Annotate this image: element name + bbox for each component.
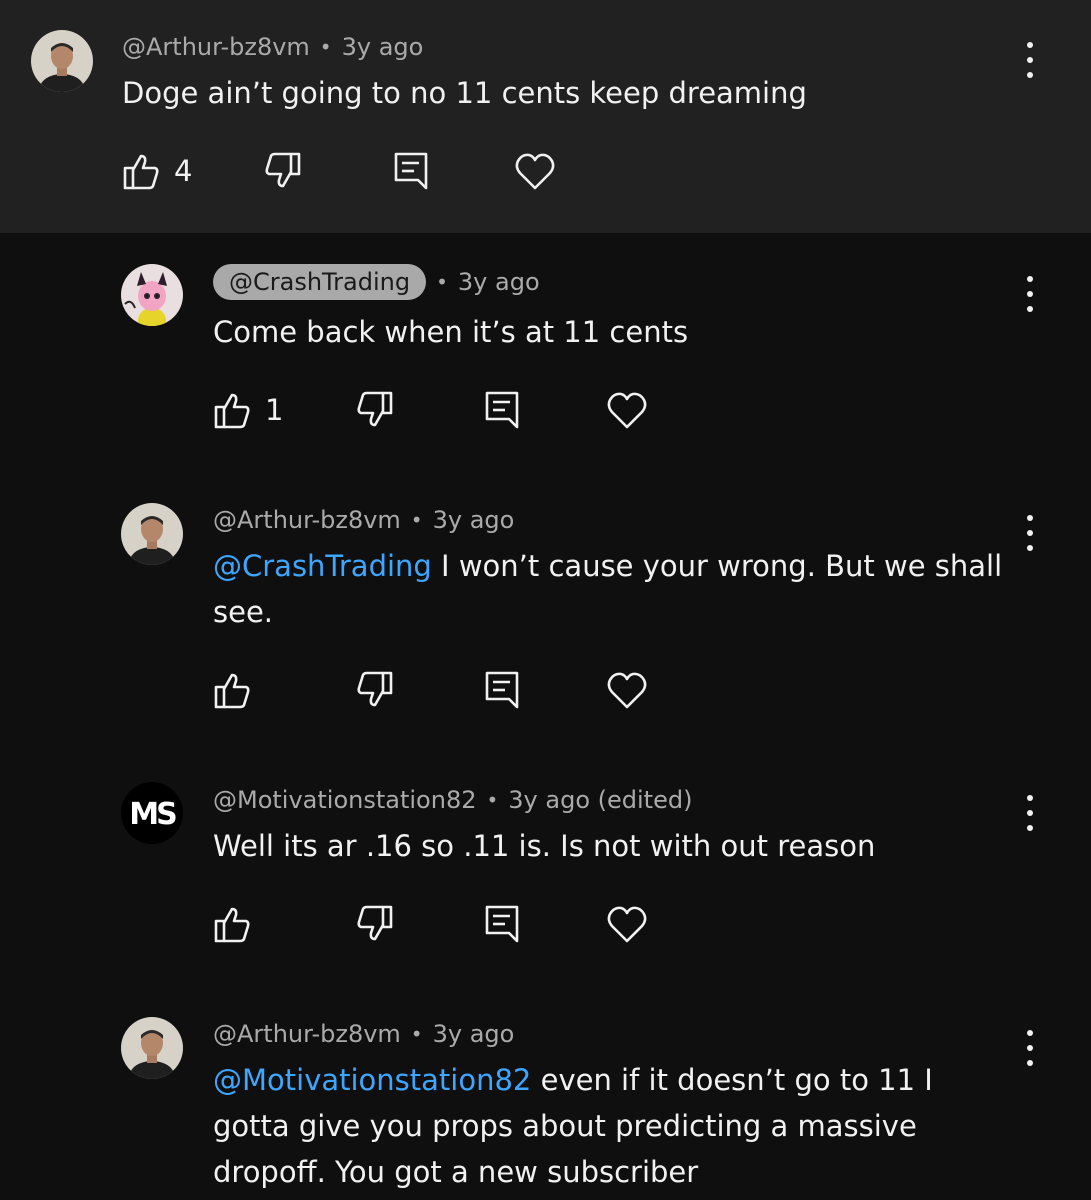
- separator-dot: •: [410, 1022, 423, 1046]
- more-vertical-icon: [1027, 42, 1033, 48]
- author-name[interactable]: @CrashTrading: [213, 264, 427, 300]
- more-options-button[interactable]: [1020, 515, 1040, 551]
- thumbs-up-icon: [214, 393, 250, 429]
- mention-link[interactable]: @CrashTrading: [213, 549, 432, 583]
- comment-meta: @CrashTrading • 3y ago: [213, 264, 540, 300]
- separator-dot: •: [410, 508, 423, 532]
- avatar[interactable]: [31, 30, 93, 92]
- more-vertical-icon: [1027, 1030, 1033, 1036]
- heart-button[interactable]: [606, 670, 648, 710]
- heart-icon: [607, 906, 647, 943]
- more-dot: [1027, 57, 1033, 63]
- more-dot: [1027, 1060, 1033, 1066]
- timestamp[interactable]: 3y ago (edited): [508, 786, 692, 814]
- author-name[interactable]: @Motivationstation82: [213, 786, 476, 814]
- more-vertical-icon: [1027, 795, 1033, 801]
- thumbs-down-icon: [357, 671, 393, 707]
- dislike-button[interactable]: [356, 390, 394, 430]
- comment-actions: [213, 904, 673, 948]
- more-dot: [1027, 810, 1033, 816]
- more-options-button[interactable]: [1020, 42, 1040, 78]
- avatar[interactable]: [121, 503, 183, 565]
- more-options-button[interactable]: [1020, 276, 1040, 312]
- more-dot: [1027, 72, 1033, 78]
- more-dot: [1027, 291, 1033, 297]
- reply-icon: [485, 671, 519, 709]
- timestamp[interactable]: 3y ago: [433, 506, 515, 534]
- comment-meta: @Arthur-bz8vm • 3y ago: [213, 506, 514, 534]
- like-button[interactable]: 1: [213, 390, 283, 430]
- comment-text: Doge ain’t going to no 11 cents keep dre…: [122, 76, 807, 110]
- like-button[interactable]: [213, 904, 251, 944]
- comment-text: Come back when it’s at 11 cents: [213, 315, 689, 349]
- more-dot: [1027, 825, 1033, 831]
- separator-dot: •: [436, 270, 448, 294]
- like-count: 4: [174, 154, 193, 188]
- thumbs-down-icon: [357, 905, 393, 941]
- dislike-button[interactable]: [264, 151, 302, 191]
- more-vertical-icon: [1027, 276, 1033, 282]
- reply-icon: [394, 152, 428, 190]
- like-button[interactable]: 4: [122, 151, 192, 191]
- timestamp[interactable]: 3y ago: [433, 1020, 515, 1048]
- timestamp[interactable]: 3y ago: [458, 268, 540, 296]
- avatar-initials: MS: [129, 797, 176, 832]
- heart-icon: [607, 672, 647, 709]
- separator-dot: •: [319, 35, 332, 59]
- thumbs-up-icon: [123, 154, 159, 190]
- more-dot: [1027, 1045, 1033, 1051]
- timestamp[interactable]: 3y ago: [342, 33, 424, 61]
- thumbs-down-icon: [357, 391, 393, 427]
- comment-actions: 1: [213, 390, 673, 434]
- comment-text: Well its ar .16 so .11 is. Is not with o…: [213, 829, 876, 863]
- author-name[interactable]: @Arthur-bz8vm: [213, 506, 401, 534]
- avatar[interactable]: MS: [121, 782, 183, 844]
- comment-text: @Motivationstation82 even if it doesn’t …: [213, 1057, 1013, 1195]
- comment-actions: [213, 670, 673, 714]
- reply-button[interactable]: [483, 390, 521, 430]
- comment-text: @CrashTrading I won’t cause your wrong. …: [213, 543, 1003, 635]
- comment-actions: 4: [122, 151, 582, 195]
- more-dot: [1027, 545, 1033, 551]
- heart-button[interactable]: [606, 904, 648, 944]
- comment-meta: @Motivationstation82 • 3y ago (edited): [213, 786, 692, 814]
- heart-icon: [607, 392, 647, 429]
- more-dot: [1027, 530, 1033, 536]
- author-name[interactable]: @Arthur-bz8vm: [122, 33, 310, 61]
- like-button[interactable]: [213, 670, 251, 710]
- reply-button[interactable]: [392, 151, 430, 191]
- more-dot: [1027, 306, 1033, 312]
- like-count: 1: [265, 393, 284, 427]
- reply-button[interactable]: [483, 904, 521, 944]
- heart-icon: [515, 153, 555, 190]
- separator-dot: •: [486, 788, 499, 812]
- more-vertical-icon: [1027, 515, 1033, 521]
- more-options-button[interactable]: [1020, 795, 1040, 831]
- thumbs-up-icon: [214, 673, 250, 709]
- mention-link[interactable]: @Motivationstation82: [213, 1063, 531, 1097]
- comment-meta: @Arthur-bz8vm • 3y ago: [122, 33, 423, 61]
- dislike-button[interactable]: [356, 904, 394, 944]
- thumbs-down-icon: [265, 152, 301, 188]
- reply-icon: [485, 905, 519, 943]
- more-options-button[interactable]: [1020, 1030, 1040, 1066]
- thumbs-up-icon: [214, 907, 250, 943]
- avatar[interactable]: [121, 1017, 183, 1079]
- heart-button[interactable]: [514, 151, 556, 191]
- author-name[interactable]: @Arthur-bz8vm: [213, 1020, 401, 1048]
- heart-button[interactable]: [606, 390, 648, 430]
- avatar[interactable]: [121, 264, 183, 326]
- dislike-button[interactable]: [356, 670, 394, 710]
- comment-meta: @Arthur-bz8vm • 3y ago: [213, 1020, 514, 1048]
- reply-icon: [485, 391, 519, 429]
- reply-button[interactable]: [483, 670, 521, 710]
